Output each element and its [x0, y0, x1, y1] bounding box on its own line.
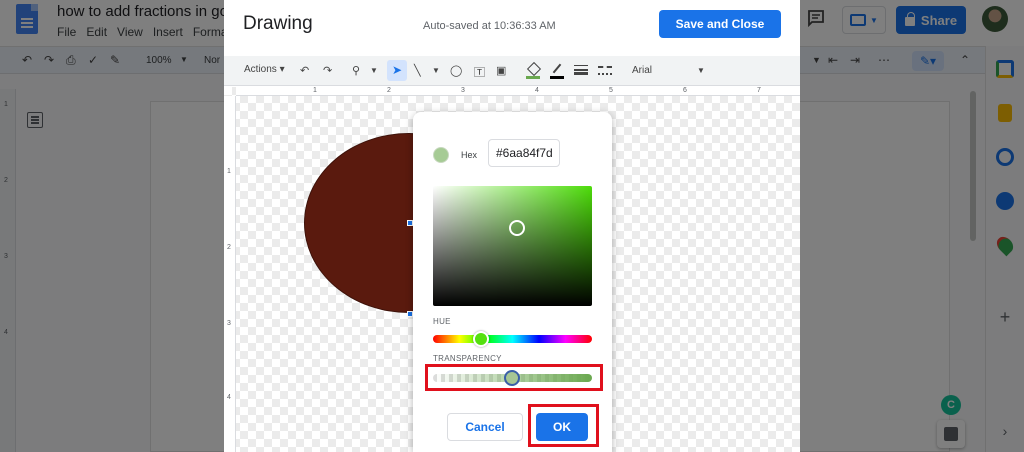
ruler-tick: 5 [609, 87, 613, 94]
image-icon[interactable]: ▣ [496, 64, 506, 77]
highlight-transparency-box [425, 364, 603, 391]
color-picker-dialog: Hex #6aa84f7d HUE TRANSPARENCY Cancel OK [413, 112, 612, 452]
ruler-tick: 1 [313, 87, 317, 94]
hex-input[interactable]: #6aa84f7d [488, 139, 560, 167]
undo-icon[interactable]: ↶ [300, 64, 309, 77]
hue-slider[interactable] [433, 335, 592, 343]
text-box-icon[interactable]: 🅃 [474, 64, 485, 80]
border-dash-icon[interactable] [598, 66, 612, 75]
ruler-tick: 3 [227, 320, 231, 327]
cancel-button[interactable]: Cancel [447, 413, 523, 441]
saturation-value-area[interactable] [433, 186, 592, 306]
ruler-tick: 3 [461, 87, 465, 94]
actions-label: Actions [244, 64, 277, 75]
drawing-ruler-top: 1 2 3 4 5 6 7 [236, 87, 800, 96]
ruler-tick: 7 [757, 87, 761, 94]
redo-icon[interactable]: ↷ [323, 64, 332, 77]
hex-label: Hex [461, 150, 478, 160]
drawing-title: Drawing [243, 13, 313, 34]
border-color-icon[interactable] [550, 63, 564, 79]
line-tool-icon[interactable]: ╲ [414, 64, 421, 77]
zoom-icon[interactable]: ⚲ [352, 64, 360, 77]
ruler-tick: 1 [227, 168, 231, 175]
ruler-tick: 6 [683, 87, 687, 94]
hue-slider-thumb[interactable] [473, 331, 489, 347]
saturation-value-cursor[interactable] [509, 220, 525, 236]
border-weight-icon[interactable] [574, 65, 588, 75]
chevron-down-icon[interactable]: ▼ [370, 66, 378, 75]
select-cursor-icon[interactable]: ➤ [387, 60, 407, 81]
hue-label: HUE [433, 317, 451, 326]
highlight-ok-box [528, 404, 599, 447]
ruler-tick: 4 [227, 394, 231, 401]
save-and-close-button[interactable]: Save and Close [659, 10, 781, 38]
drawing-header: Drawing Auto-saved at 10:36:33 AM Save a… [224, 0, 800, 56]
actions-menu[interactable]: Actions ▾ [244, 64, 285, 75]
font-select[interactable]: Arial [632, 65, 652, 76]
fill-color-icon[interactable] [526, 63, 540, 79]
chevron-down-icon[interactable]: ▼ [432, 66, 440, 75]
ruler-tick: 2 [387, 87, 391, 94]
color-preview-swatch [433, 147, 449, 163]
ruler-tick: 4 [535, 87, 539, 94]
ruler-tick: 2 [227, 244, 231, 251]
shape-tool-icon[interactable]: ◯ [450, 64, 462, 77]
transparency-label: TRANSPARENCY [433, 354, 502, 363]
drawing-toolbar: Actions ▾ ↶ ↷ ⚲ ▼ ➤ ╲ ▼ ◯ 🅃 ▣ Arial ▼ [224, 56, 800, 86]
chevron-down-icon[interactable]: ▼ [697, 66, 705, 75]
autosave-status: Auto-saved at 10:36:33 AM [423, 20, 556, 32]
drawing-ruler-left: 1 2 3 4 [224, 96, 236, 452]
